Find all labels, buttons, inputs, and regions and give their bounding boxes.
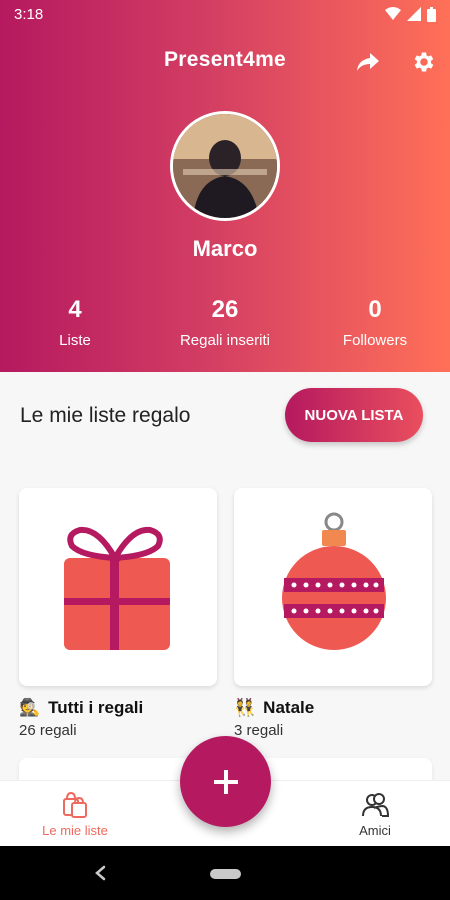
back-icon (95, 865, 106, 881)
stat-value: 4 (68, 296, 82, 323)
nav-tab-friends[interactable]: Amici (315, 791, 435, 838)
profile-name: Marco (192, 236, 258, 261)
nav-label: Amici (359, 823, 391, 838)
christmas-ornament-icon (282, 512, 386, 650)
share-button[interactable] (353, 48, 383, 76)
status-icons (385, 6, 436, 22)
add-button[interactable] (180, 736, 271, 827)
list-card-natale[interactable] (234, 488, 432, 686)
stat-gifts[interactable]: 26 Regali inseriti (160, 296, 290, 349)
nav-tab-my-lists[interactable]: Le mie liste (15, 791, 135, 838)
list-count: 3 regali (234, 722, 284, 739)
section-title: Le mie liste regalo (20, 404, 191, 427)
battery-icon (427, 6, 436, 22)
shopping-bags-icon (63, 791, 87, 818)
people-icon (362, 793, 390, 817)
list-title[interactable]: 🕵️ Tutti i regali (19, 698, 143, 718)
list-card-all-gifts[interactable] (19, 488, 217, 686)
wifi-icon (385, 7, 401, 20)
share-icon (357, 53, 379, 71)
status-time: 3:18 (14, 5, 44, 23)
stat-value: 26 (211, 296, 239, 323)
profile-header: 3:18 Present4me Marco 4 Liste 26 Regali … (0, 0, 450, 372)
list-emoji: 👯 (234, 698, 256, 717)
stat-label: Regali inseriti (179, 332, 271, 349)
list-title-text: Tutti i regali (48, 698, 144, 717)
avatar-photo (173, 114, 277, 218)
gift-box-icon (64, 526, 170, 650)
new-list-button[interactable]: NUOVA LISTA (285, 388, 423, 442)
stat-lists[interactable]: 4 Liste (35, 296, 115, 349)
stat-label: Liste (59, 332, 91, 349)
list-title[interactable]: 👯 Natale (234, 698, 314, 718)
list-count: 26 regali (19, 722, 77, 739)
stat-label: Followers (342, 332, 408, 349)
list-emoji: 🕵️ (19, 698, 41, 717)
system-back-button[interactable] (88, 861, 112, 885)
profile-stats: 4 Liste 26 Regali inseriti 0 Followers (0, 296, 450, 356)
list-title-text: Natale (263, 698, 315, 717)
settings-button[interactable] (408, 46, 440, 78)
plus-icon (213, 769, 238, 794)
system-navigation-bar (0, 846, 450, 900)
avatar[interactable] (170, 111, 280, 221)
status-bar: 3:18 (0, 0, 450, 28)
system-home-button[interactable] (210, 869, 241, 879)
stat-value: 0 (368, 296, 382, 323)
stat-followers[interactable]: 0 Followers (330, 296, 420, 349)
signal-icon (407, 7, 421, 21)
nav-label: Le mie liste (42, 823, 108, 838)
gear-icon (414, 52, 434, 72)
